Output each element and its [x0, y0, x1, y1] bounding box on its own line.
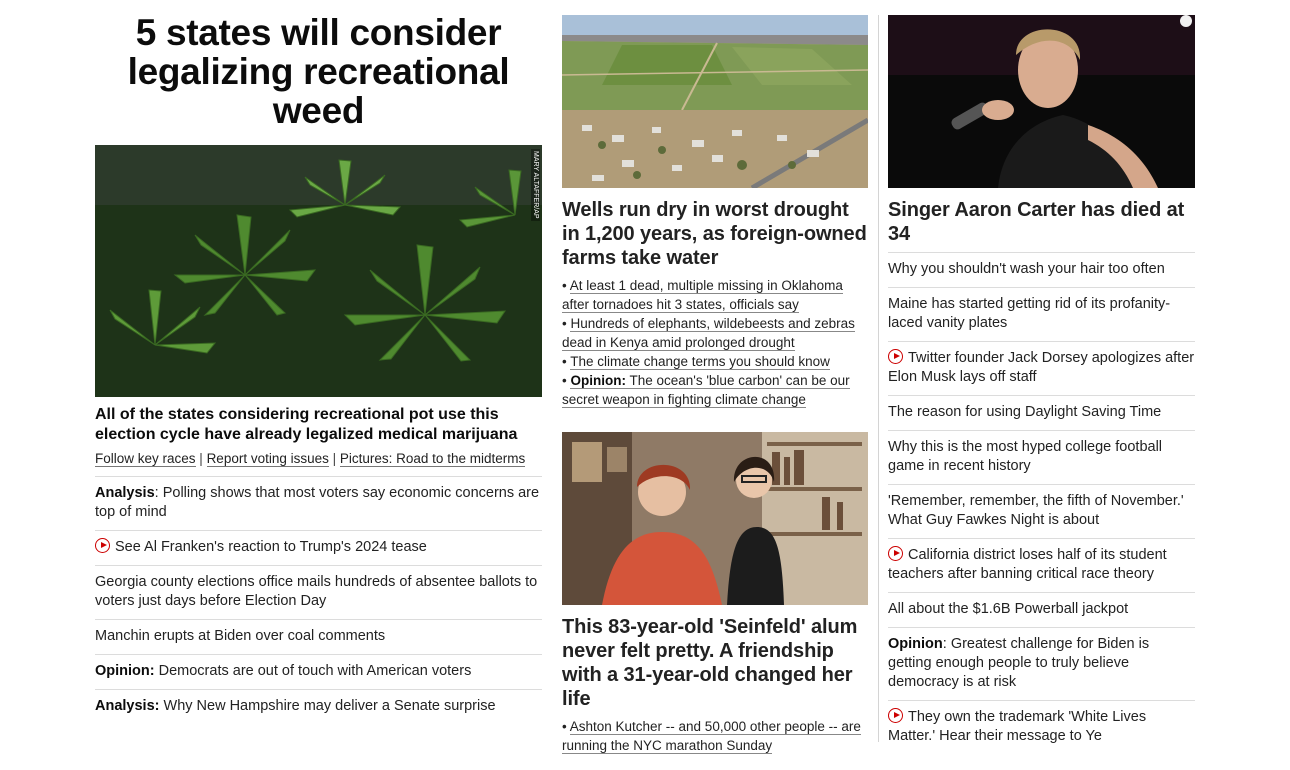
right-story-list: Why you shouldn't wash your hair too oft… [888, 252, 1195, 754]
list-item[interactable]: See Al Franken's reaction to Trump's 202… [95, 530, 542, 565]
list-item[interactable]: Twitter founder Jack Dorsey apologizes a… [888, 341, 1195, 395]
story-label: Analysis [95, 485, 155, 501]
related-links: Follow key races | Report voting issues … [95, 449, 542, 468]
report-voting-issues-link[interactable]: Report voting issues [206, 451, 329, 467]
story-link[interactable]: At least 1 dead, multiple missing in Okl… [562, 278, 843, 313]
seinfeld-alum-image[interactable] [562, 432, 868, 605]
list-item[interactable]: Why this is the most hyped college footb… [888, 430, 1195, 484]
list-item[interactable]: Opinion: Democrats are out of touch with… [95, 654, 542, 689]
list-item: • Opinion: The ocean's 'blue carbon' can… [562, 371, 868, 409]
list-item: • Ashton Kutcher -- and 50,000 other peo… [562, 717, 868, 755]
story-text: Georgia county elections office mails hu… [95, 574, 538, 609]
story-text: California district loses half of its st… [888, 547, 1167, 582]
bullet: • [562, 354, 571, 369]
list-item[interactable]: The reason for using Daylight Saving Tim… [888, 395, 1195, 430]
story-link[interactable]: Opinion: The ocean's 'blue carbon' can b… [562, 373, 850, 408]
story-label: Opinion: [570, 373, 626, 388]
list-item[interactable]: 'Remember, remember, the fifth of Novemb… [888, 484, 1195, 538]
story-label: Opinion: [95, 663, 155, 679]
seinfeld-headline[interactable]: This 83-year-old 'Seinfeld' alum never f… [562, 615, 868, 711]
story-text: Manchin erupts at Biden over coal commen… [95, 628, 386, 644]
list-item[interactable]: Why you shouldn't wash your hair too oft… [888, 253, 1195, 287]
seinfeld-related-list: • Ashton Kutcher -- and 50,000 other peo… [562, 717, 868, 755]
story-link[interactable]: Ashton Kutcher -- and 50,000 other peopl… [562, 719, 861, 754]
aaron-carter-image[interactable] [888, 15, 1195, 188]
story-text: See Al Franken's reaction to Trump's 202… [115, 539, 427, 555]
list-item: • At least 1 dead, multiple missing in O… [562, 276, 868, 314]
list-item[interactable]: California district loses half of its st… [888, 538, 1195, 592]
follow-key-races-link[interactable]: Follow key races [95, 451, 196, 467]
story-text: Why this is the most hyped college footb… [888, 439, 1163, 474]
story-label: Analysis: [95, 698, 160, 714]
list-item[interactable]: Analysis: Polling shows that most voters… [95, 477, 542, 530]
list-item[interactable]: Maine has started getting rid of its pro… [888, 287, 1195, 341]
story-label: Opinion [888, 636, 943, 652]
right-column: Singer Aaron Carter has died at 34 Why y… [888, 0, 1195, 754]
drought-headline[interactable]: Wells run dry in worst drought in 1,200 … [562, 198, 868, 270]
story-text: All about the $1.6B Powerball jackpot [888, 601, 1129, 617]
middle-column: Wells run dry in worst drought in 1,200 … [562, 0, 868, 755]
story-text: : Polling shows that most voters say eco… [95, 485, 540, 520]
link-separator: | [195, 451, 207, 466]
singer-illustration [888, 15, 1195, 188]
play-circle-icon [95, 538, 110, 553]
story-text: Democrats are out of touch with American… [154, 663, 472, 679]
lead-image-cannabis[interactable]: MARY ALTAFFER/AP [95, 145, 542, 397]
bullet: • [562, 278, 570, 293]
list-item[interactable]: Analysis: Why New Hampshire may deliver … [95, 689, 542, 724]
singer-headline[interactable]: Singer Aaron Carter has died at 34 [888, 198, 1195, 246]
play-circle-icon [888, 546, 903, 561]
image-credit: MARY ALTAFFER/AP [531, 149, 540, 221]
road-to-midterms-link[interactable]: Pictures: Road to the midterms [339, 451, 526, 467]
link-separator: | [328, 451, 340, 466]
story-text: Why you shouldn't wash your hair too oft… [888, 261, 1165, 277]
column-divider [878, 15, 879, 742]
drought-aerial-image[interactable] [562, 15, 868, 188]
list-item[interactable]: All about the $1.6B Powerball jackpot [888, 592, 1195, 627]
two-women-illustration [562, 432, 868, 605]
cannabis-plants-illustration [95, 145, 542, 397]
list-item[interactable]: Georgia county elections office mails hu… [95, 565, 542, 619]
lead-dek[interactable]: All of the states considering recreation… [95, 405, 542, 445]
story-text: They own the trademark 'White Lives Matt… [888, 709, 1147, 744]
list-item[interactable]: They own the trademark 'White Lives Matt… [888, 700, 1195, 754]
story-link[interactable]: Hundreds of elephants, wildebeests and z… [562, 316, 855, 351]
desert-farms-illustration [562, 15, 868, 188]
story-link[interactable]: The climate change terms you should know [570, 354, 830, 370]
story-text: 'Remember, remember, the fifth of Novemb… [888, 493, 1184, 528]
lead-story-column: 5 states will consider legalizing recrea… [95, 0, 542, 724]
story-text: Maine has started getting rid of its pro… [888, 296, 1171, 331]
drought-related-list: • At least 1 dead, multiple missing in O… [562, 276, 868, 409]
play-circle-icon [888, 349, 903, 364]
bullet: • [562, 719, 570, 734]
list-item: • Hundreds of elephants, wildebeests and… [562, 314, 868, 352]
story-text: Twitter founder Jack Dorsey apologizes a… [888, 350, 1195, 385]
story-text: The reason for using Daylight Saving Tim… [888, 404, 1162, 420]
lead-headline[interactable]: 5 states will consider legalizing recrea… [95, 13, 542, 130]
list-item[interactable]: Manchin erupts at Biden over coal commen… [95, 619, 542, 654]
play-circle-icon [888, 708, 903, 723]
list-item[interactable]: Opinion: Greatest challenge for Biden is… [888, 627, 1195, 700]
lead-story-list: Analysis: Polling shows that most voters… [95, 476, 542, 724]
story-text: Why New Hampshire may deliver a Senate s… [159, 698, 496, 714]
list-item: • The climate change terms you should kn… [562, 352, 868, 371]
